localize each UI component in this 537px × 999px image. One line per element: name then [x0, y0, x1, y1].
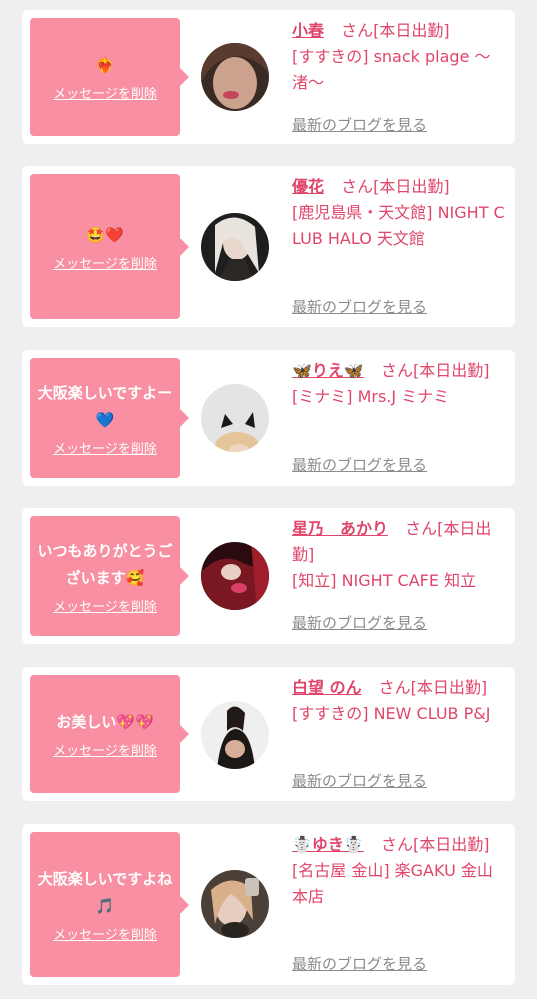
cast-info: 星乃 あかり さん[本日出勤] [知立] NIGHT CAFE 知立: [292, 516, 506, 594]
shop-name: [すすきの] NEW CLUB P&J: [292, 704, 491, 723]
avatar[interactable]: [201, 870, 269, 938]
avatar-photo-icon: [201, 870, 269, 938]
avatar-photo-icon: [201, 43, 269, 111]
cast-suffix: さん[本日出勤]: [341, 21, 450, 40]
message-card: お美しい💖💖 メッセージを削除 白望 のん さん[本日出勤] [すすきの] NE…: [22, 667, 515, 801]
delete-message-link[interactable]: メッセージを削除: [53, 740, 157, 759]
message-bubble: いつもありがとうございます🥰 メッセージを削除: [30, 516, 189, 636]
avatar[interactable]: [201, 384, 269, 452]
avatar[interactable]: [201, 43, 269, 111]
cast-name-link[interactable]: 優花: [292, 177, 324, 196]
cast-name-link[interactable]: ☃️ゆき☃️: [292, 835, 364, 854]
shop-name: [すすきの] snack plage ～渚～: [292, 47, 491, 92]
cast-suffix: さん[本日出勤]: [378, 678, 488, 697]
message-list: ❤️‍🔥 メッセージを削除 小春 さん[本日出勤] [すすきの] snack p…: [0, 0, 537, 999]
message-bubble: ❤️‍🔥 メッセージを削除: [30, 18, 189, 136]
cast-suffix: さん[本日出勤]: [380, 835, 490, 854]
view-blog-link[interactable]: 最新のブログを見る: [292, 770, 427, 791]
avatar[interactable]: [201, 213, 269, 281]
view-blog-link[interactable]: 最新のブログを見る: [292, 612, 427, 633]
shop-name: [鹿児島県・天文館] NIGHT CLUB HALO 天文館: [292, 203, 505, 248]
delete-message-link[interactable]: メッセージを削除: [53, 596, 157, 615]
message-card: 🤩❤️ メッセージを削除 優花 さん[本日出勤] [鹿児島県・天文館] NIGH…: [22, 166, 515, 327]
message-text: いつもありがとうございます🥰: [37, 541, 173, 587]
message-card: いつもありがとうございます🥰 メッセージを削除 星乃 あかり さん[本日出勤] …: [22, 508, 515, 644]
cast-suffix: さん[本日出勤]: [380, 361, 490, 380]
delete-message-link[interactable]: メッセージを削除: [53, 438, 157, 457]
view-blog-link[interactable]: 最新のブログを見る: [292, 953, 427, 974]
message-text: 大阪楽しいですよー💙: [37, 383, 173, 429]
avatar-photo-icon: [201, 384, 269, 452]
view-blog-link[interactable]: 最新のブログを見る: [292, 454, 427, 475]
delete-message-link[interactable]: メッセージを削除: [53, 924, 157, 943]
shop-name: [名古屋 金山] 楽GAKU 金山本店: [292, 861, 493, 906]
message-text: 🤩❤️: [86, 225, 124, 244]
message-text: お美しい💖💖: [56, 713, 154, 731]
view-blog-link[interactable]: 最新のブログを見る: [292, 296, 427, 317]
message-card: 大阪楽しいですよー💙 メッセージを削除 🦋りえ🦋 さん[本日出勤] [ミナミ] …: [22, 350, 515, 486]
message-card: ❤️‍🔥 メッセージを削除 小春 さん[本日出勤] [すすきの] snack p…: [22, 10, 515, 144]
cast-name-link[interactable]: 白望 のん: [292, 678, 362, 697]
avatar-photo-icon: [201, 542, 269, 610]
delete-message-link[interactable]: メッセージを削除: [53, 83, 157, 102]
shop-name: [ミナミ] Mrs.J ミナミ: [292, 387, 450, 406]
cast-suffix: さん[本日出勤]: [341, 177, 450, 196]
message-bubble: 大阪楽しいですよね🎵 メッセージを削除: [30, 832, 189, 977]
view-blog-link[interactable]: 最新のブログを見る: [292, 114, 427, 135]
message-bubble: お美しい💖💖 メッセージを削除: [30, 675, 189, 793]
avatar[interactable]: [201, 542, 269, 610]
cast-info: 小春 さん[本日出勤] [すすきの] snack plage ～渚～: [292, 18, 506, 96]
cast-info: 🦋りえ🦋 さん[本日出勤] [ミナミ] Mrs.J ミナミ: [292, 358, 506, 410]
delete-message-link[interactable]: メッセージを削除: [53, 253, 157, 272]
avatar-photo-icon: [201, 701, 269, 769]
cast-name-link[interactable]: 小春: [292, 21, 324, 40]
avatar[interactable]: [201, 701, 269, 769]
cast-name-link[interactable]: 星乃 あかり: [292, 519, 388, 538]
message-bubble: 大阪楽しいですよー💙 メッセージを削除: [30, 358, 189, 478]
shop-name: [知立] NIGHT CAFE 知立: [292, 571, 477, 590]
message-card: 大阪楽しいですよね🎵 メッセージを削除 ☃️ゆき☃️ さん[本日出勤] [名古屋…: [22, 824, 515, 985]
cast-info: 優花 さん[本日出勤] [鹿児島県・天文館] NIGHT CLUB HALO 天…: [292, 174, 506, 252]
cast-info: 白望 のん さん[本日出勤] [すすきの] NEW CLUB P&J: [292, 675, 506, 727]
avatar-photo-icon: [201, 213, 269, 281]
message-bubble: 🤩❤️ メッセージを削除: [30, 174, 189, 319]
cast-name-link[interactable]: 🦋りえ🦋: [292, 361, 364, 380]
message-text: 大阪楽しいですよね🎵: [37, 870, 173, 915]
cast-info: ☃️ゆき☃️ さん[本日出勤] [名古屋 金山] 楽GAKU 金山本店: [292, 832, 506, 910]
message-text: ❤️‍🔥: [95, 56, 115, 74]
